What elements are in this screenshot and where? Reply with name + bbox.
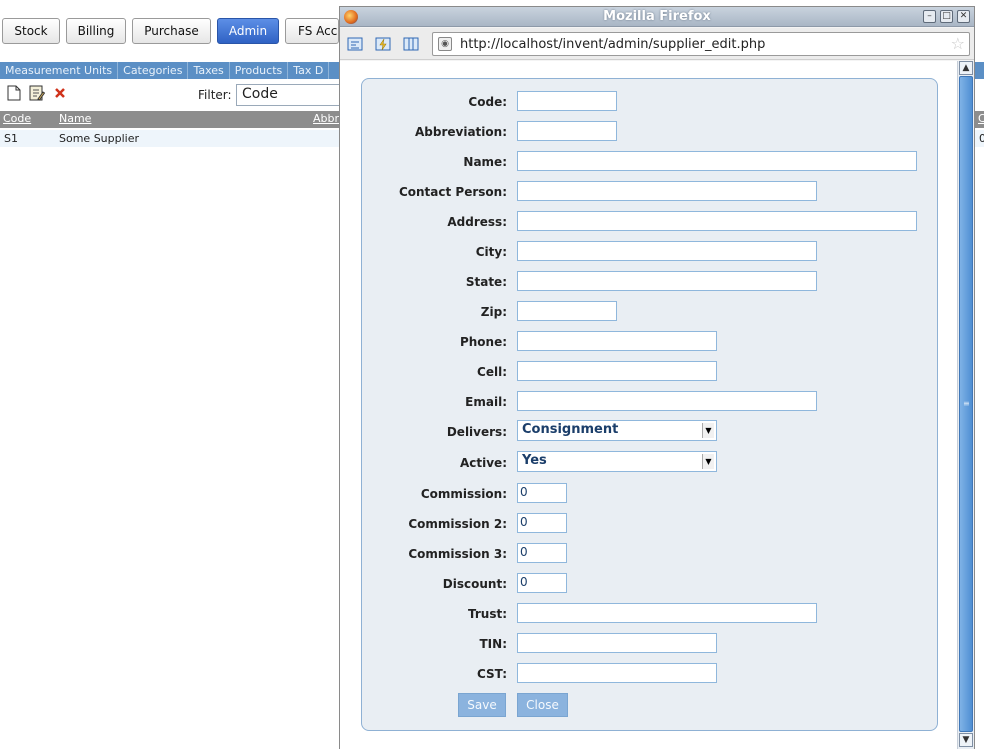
cst-field[interactable] (517, 663, 717, 683)
cell-right-edge: 0 (979, 132, 984, 145)
firefox-popup-window: Mozilla Firefox – □ ✕ ◉ http://localhost… (339, 6, 975, 749)
subnav-measurement-units[interactable]: Measurement Units (0, 62, 119, 79)
commission-3-field[interactable]: 0 (517, 543, 567, 563)
tab-admin[interactable]: Admin (217, 18, 279, 44)
address-field[interactable] (517, 211, 917, 231)
label-tin: TIN: (479, 637, 508, 651)
zip-field[interactable] (517, 301, 617, 321)
url-text: http://localhost/invent/admin/supplier_e… (460, 37, 766, 52)
window-titlebar[interactable]: Mozilla Firefox – □ ✕ (340, 7, 974, 27)
label-city: City: (475, 245, 507, 259)
chevron-down-icon[interactable]: ▼ (702, 423, 714, 438)
lightning-icon[interactable] (375, 36, 391, 52)
vertical-scrollbar[interactable]: ▲ ≡ ▼ (957, 61, 974, 749)
close-button[interactable]: Close (517, 693, 568, 717)
maximize-icon[interactable]: □ (940, 10, 953, 23)
label-cst: CST: (477, 667, 507, 681)
column-header-abbreviation[interactable]: Abbr (313, 112, 339, 125)
columns-icon[interactable] (403, 36, 419, 52)
delivers-selected-value: Consignment (522, 422, 619, 437)
browser-navbar: ◉ http://localhost/invent/admin/supplier… (340, 28, 974, 60)
new-document-icon[interactable] (5, 84, 23, 102)
label-commission: Commission: (420, 487, 507, 501)
delivers-select[interactable]: Consignment ▼ (517, 420, 717, 441)
cell-field[interactable] (517, 361, 717, 381)
state-field[interactable] (517, 271, 817, 291)
abbreviation-field[interactable] (517, 121, 617, 141)
grip-icon: ≡ (963, 399, 970, 408)
column-header-code[interactable]: Code (3, 112, 31, 125)
commission-2-field[interactable]: 0 (517, 513, 567, 533)
name-field[interactable] (517, 151, 917, 171)
save-button[interactable]: Save (458, 693, 506, 717)
subnav-products[interactable]: Products (230, 62, 289, 79)
contact-person-field[interactable] (517, 181, 817, 201)
tab-fs-accounts[interactable]: FS Acco (285, 18, 339, 44)
subnav-tax-d[interactable]: Tax D (288, 62, 330, 79)
scrollbar-thumb[interactable]: ≡ (959, 76, 973, 732)
label-name: Name: (463, 155, 507, 169)
scroll-up-icon[interactable]: ▲ (959, 61, 973, 75)
address-bar[interactable]: ◉ http://localhost/invent/admin/supplier… (432, 32, 970, 56)
tab-purchase[interactable]: Purchase (132, 18, 211, 44)
label-contact-person: Contact Person: (398, 185, 507, 199)
chevron-down-icon[interactable]: ▼ (702, 454, 714, 469)
active-selected-value: Yes (522, 453, 547, 468)
minimize-icon[interactable]: – (923, 10, 936, 23)
cell-name: Some Supplier (59, 132, 140, 145)
close-window-icon[interactable]: ✕ (957, 10, 970, 23)
label-commission-2: Commission 2: (408, 517, 507, 531)
filter-label: Filter: (198, 88, 232, 102)
tab-billing[interactable]: Billing (66, 18, 126, 44)
page-icon-1[interactable] (347, 36, 363, 52)
column-header-right-edge[interactable]: C (978, 112, 984, 125)
trust-field[interactable] (517, 603, 817, 623)
phone-field[interactable] (517, 331, 717, 351)
edit-document-icon[interactable] (28, 84, 46, 102)
city-field[interactable] (517, 241, 817, 261)
column-header-name[interactable]: Name (59, 112, 91, 125)
email-field[interactable] (517, 391, 817, 411)
label-cell: Cell: (477, 365, 507, 379)
label-state: State: (465, 275, 507, 289)
label-phone: Phone: (459, 335, 507, 349)
subnav-taxes[interactable]: Taxes (188, 62, 230, 79)
page-content: Code: Abbreviation: Name: Contact Person… (340, 61, 974, 749)
label-active: Active: (459, 456, 507, 470)
filter-select[interactable]: Code (236, 84, 356, 106)
supplier-edit-form: Code: Abbreviation: Name: Contact Person… (361, 78, 938, 731)
site-identity-icon[interactable]: ◉ (438, 37, 452, 51)
cell-code: S1 (4, 132, 18, 145)
code-field[interactable] (517, 91, 617, 111)
label-code: Code: (468, 95, 507, 109)
label-address: Address: (447, 215, 507, 229)
label-commission-3: Commission 3: (408, 547, 507, 561)
tab-stock[interactable]: Stock (2, 18, 60, 44)
subnav-categories[interactable]: Categories (118, 62, 189, 79)
commission-field[interactable]: 0 (517, 483, 567, 503)
active-select[interactable]: Yes ▼ (517, 451, 717, 472)
label-abbreviation: Abbreviation: (415, 125, 507, 139)
label-delivers: Delivers: (446, 425, 507, 439)
label-discount: Discount: (442, 577, 507, 591)
label-email: Email: (465, 395, 507, 409)
window-title: Mozilla Firefox (603, 9, 711, 24)
scroll-down-icon[interactable]: ▼ (959, 733, 973, 747)
delete-icon[interactable] (51, 84, 69, 102)
bookmark-star-icon[interactable]: ☆ (951, 34, 965, 53)
tin-field[interactable] (517, 633, 717, 653)
label-trust: Trust: (467, 607, 507, 621)
label-zip: Zip: (480, 305, 507, 319)
discount-field[interactable]: 0 (517, 573, 567, 593)
